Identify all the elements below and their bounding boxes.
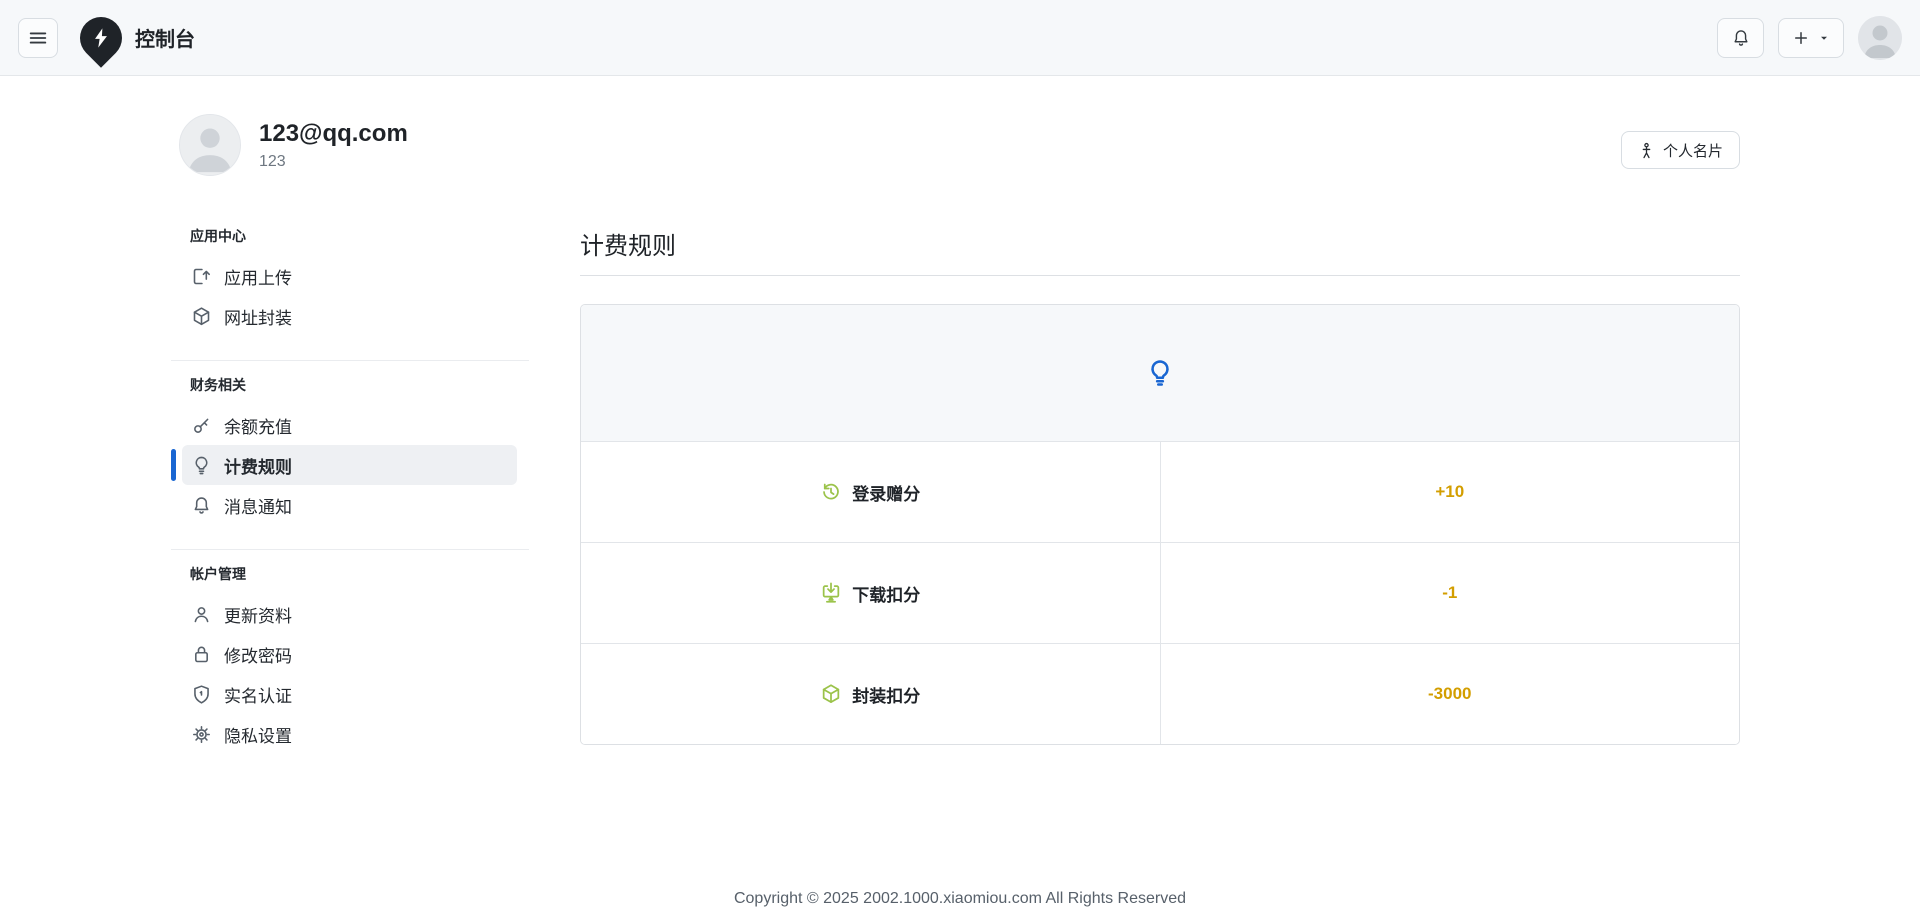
table-row: 下载扣分 -1 [581, 542, 1739, 643]
table-header [581, 305, 1739, 441]
sidebar-section-app-center: 应用中心 应用上传 网址封装 [171, 226, 529, 350]
billing-rules-table: 登录赠分 +10 下载扣分 -1 [580, 304, 1740, 745]
profile-username: 123 [259, 153, 408, 171]
sidebar-item-realname-verification[interactable]: 实名认证 [182, 674, 529, 714]
sidebar-item-label: 更新资料 [224, 602, 292, 627]
profile-header: 123@qq.com 123 个人名片 [171, 114, 1740, 176]
user-avatar[interactable] [1858, 16, 1902, 60]
sidebar-item-label: 实名认证 [224, 682, 292, 707]
cube-icon [820, 683, 842, 705]
rule-label: 封装扣分 [852, 682, 920, 707]
sidebar-item-change-password[interactable]: 修改密码 [182, 634, 529, 674]
profile-names: 123@qq.com 123 [259, 114, 408, 171]
page-title: 计费规则 [580, 226, 1740, 276]
upload-icon [191, 266, 212, 287]
hamburger-icon [27, 27, 49, 49]
main-panel: 计费规则 登录赠分 +10 [580, 226, 1740, 778]
hamburger-menu-button[interactable] [18, 18, 58, 58]
lightbulb-icon [1145, 358, 1175, 388]
sidebar-item-app-upload[interactable]: 应用上传 [182, 256, 529, 296]
section-header: 财务相关 [190, 375, 529, 395]
sidebar-item-url-packaging[interactable]: 网址封装 [182, 296, 529, 336]
brand[interactable]: 控制台 [80, 17, 195, 59]
cube-icon [191, 306, 212, 327]
personal-card-button[interactable]: 个人名片 [1621, 131, 1740, 169]
rule-label-cell: 下载扣分 [581, 543, 1161, 643]
bell-icon [191, 495, 212, 516]
section-header: 应用中心 [190, 226, 529, 246]
clock-history-icon [820, 481, 842, 503]
plus-icon [1792, 29, 1810, 47]
lightning-logo-icon [71, 8, 130, 67]
rule-value: -3000 [1161, 644, 1740, 744]
gear-icon [191, 724, 212, 745]
person-icon [191, 604, 212, 625]
rule-label: 登录赠分 [852, 480, 920, 505]
rule-label: 下载扣分 [852, 581, 920, 606]
create-new-button[interactable] [1778, 18, 1844, 58]
profile-email: 123@qq.com [259, 120, 408, 149]
copyright-footer: Copyright © 2025 2002.1000.xiaomiou.com … [0, 890, 1920, 908]
rule-value: +10 [1161, 442, 1740, 542]
sidebar-item-label: 应用上传 [224, 264, 292, 289]
sidebar-item-update-profile[interactable]: 更新资料 [182, 594, 529, 634]
bell-icon [1731, 28, 1751, 48]
app-title: 控制台 [135, 23, 195, 52]
sidebar-item-balance-recharge[interactable]: 余额充值 [182, 405, 529, 445]
download-icon [820, 582, 842, 604]
person-card-icon [1638, 142, 1655, 159]
sidebar-item-label: 消息通知 [224, 493, 292, 518]
sidebar-section-finance: 财务相关 余额充值 计费规则 [171, 360, 529, 539]
lightbulb-icon [191, 455, 212, 476]
sidebar-item-label: 修改密码 [224, 642, 292, 667]
top-navbar: 控制台 [0, 0, 1920, 76]
sidebar-item-label: 隐私设置 [224, 722, 292, 747]
page-content: 123@qq.com 123 个人名片 应用中心 应用上传 [171, 114, 1740, 778]
personal-card-label: 个人名片 [1663, 140, 1723, 161]
sidebar-item-notifications[interactable]: 消息通知 [182, 485, 529, 525]
caret-down-icon [1818, 32, 1830, 44]
table-row: 封装扣分 -3000 [581, 643, 1739, 744]
sidebar-item-label: 计费规则 [224, 453, 292, 478]
sidebar-item-label: 网址封装 [224, 304, 292, 329]
table-row: 登录赠分 +10 [581, 441, 1739, 542]
key-icon [191, 415, 212, 436]
section-header: 帐户管理 [190, 564, 529, 584]
sidebar-item-label: 余额充值 [224, 413, 292, 438]
sidebar: 应用中心 应用上传 网址封装 财务相关 [171, 226, 529, 778]
rule-label-cell: 封装扣分 [581, 644, 1161, 744]
notifications-button[interactable] [1717, 18, 1764, 58]
content-row: 应用中心 应用上传 网址封装 财务相关 [171, 226, 1740, 778]
shield-icon [191, 684, 212, 705]
sidebar-item-billing-rules[interactable]: 计费规则 [182, 445, 517, 485]
sidebar-item-privacy-settings[interactable]: 隐私设置 [182, 714, 529, 754]
rule-label-cell: 登录赠分 [581, 442, 1161, 542]
lock-icon [191, 644, 212, 665]
sidebar-section-account: 帐户管理 更新资料 修改密码 [171, 549, 529, 768]
profile-avatar [179, 114, 241, 176]
active-indicator [171, 449, 176, 481]
rule-value: -1 [1161, 543, 1740, 643]
